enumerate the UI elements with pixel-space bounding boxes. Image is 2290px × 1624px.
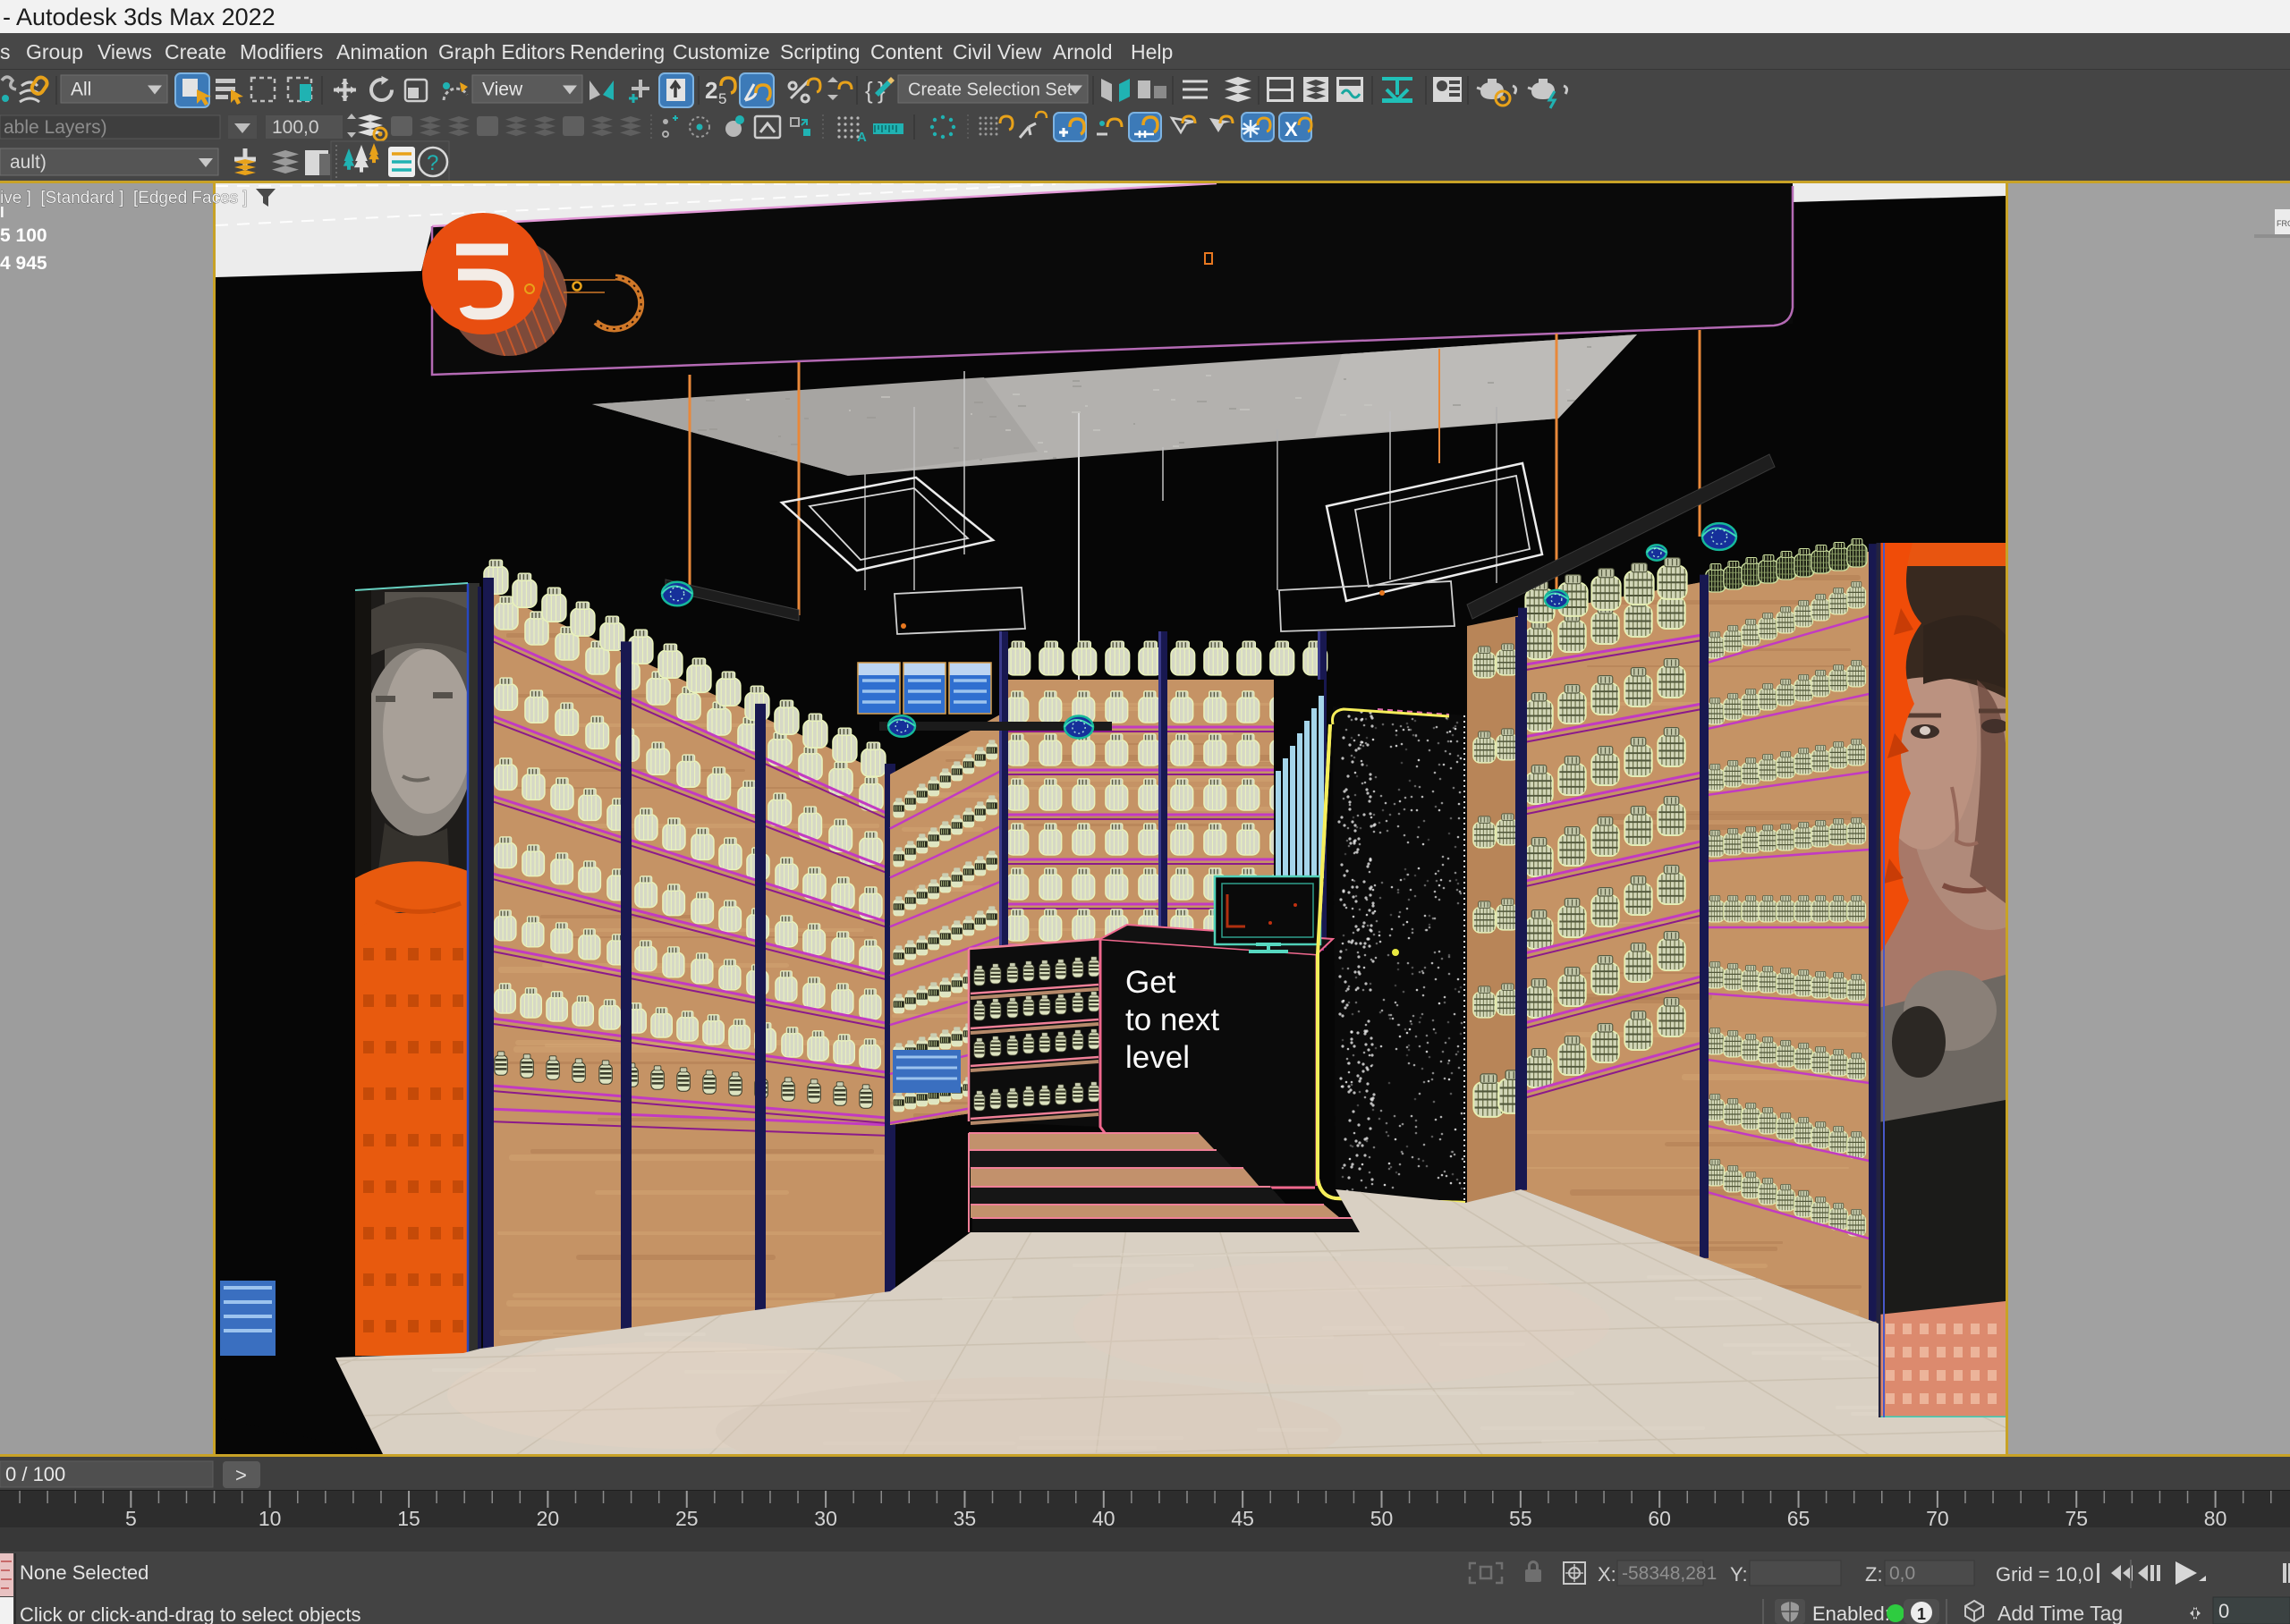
svg-text:65: 65	[1787, 1507, 1811, 1530]
svg-text:Create: Create	[165, 40, 226, 63]
svg-text:80: 80	[2204, 1507, 2227, 1530]
svg-text:Group: Group	[26, 40, 83, 63]
svg-text:None Selected: None Selected	[20, 1561, 148, 1584]
svg-text:able Layers): able Layers)	[4, 117, 107, 138]
svg-text:Click or click-and-drag to sel: Click or click-and-drag to select object…	[20, 1603, 360, 1624]
svg-text:0,0: 0,0	[1889, 1563, 1915, 1584]
svg-text:100,0: 100,0	[272, 117, 319, 138]
svg-text:2: 2	[705, 77, 717, 104]
svg-text:Customize: Customize	[673, 40, 770, 63]
svg-text:Y:: Y:	[1730, 1563, 1748, 1586]
svg-text:FRO: FRO	[2277, 219, 2290, 228]
svg-text:0: 0	[2218, 1600, 2229, 1622]
svg-text:Help: Help	[1131, 40, 1173, 63]
svg-text:ive ] [Standard ] [Edged Fac: ive ] [Standard ] [Edged Faces ]	[0, 189, 248, 207]
svg-text:{: {	[865, 77, 873, 104]
svg-text:Scripting: Scripting	[780, 40, 860, 63]
svg-text:>: >	[235, 1464, 247, 1486]
svg-text:A: A	[857, 130, 867, 145]
svg-text:30: 30	[814, 1507, 837, 1530]
svg-text:Rendering: Rendering	[570, 40, 665, 63]
svg-text:All: All	[71, 80, 91, 100]
svg-text:50: 50	[1370, 1507, 1394, 1530]
svg-text:-58348,281: -58348,281	[1622, 1563, 1717, 1584]
svg-text:Add Time Tag: Add Time Tag	[1997, 1602, 2123, 1624]
svg-text:Create Selection Set: Create Selection Set	[908, 80, 1073, 100]
svg-text:Animation: Animation	[336, 40, 428, 63]
svg-text:25: 25	[675, 1507, 699, 1530]
svg-text:55: 55	[1509, 1507, 1532, 1530]
svg-text:20: 20	[537, 1507, 560, 1530]
svg-text:40: 40	[1092, 1507, 1115, 1530]
svg-text:?: ?	[427, 151, 438, 175]
svg-text:4 945: 4 945	[0, 253, 47, 274]
svg-text:to next: to next	[1125, 1002, 1219, 1037]
svg-text:5: 5	[125, 1507, 137, 1530]
svg-text:Get: Get	[1125, 965, 1176, 1000]
svg-text:15: 15	[397, 1507, 420, 1530]
svg-text:60: 60	[1648, 1507, 1671, 1530]
svg-text:Z:: Z:	[1865, 1563, 1883, 1586]
svg-text:35: 35	[954, 1507, 977, 1530]
svg-text:Content: Content	[870, 40, 943, 63]
svg-text:Graph Editors: Graph Editors	[438, 40, 565, 63]
svg-text:5 100: 5 100	[0, 225, 47, 246]
svg-text:1: 1	[1917, 1605, 1926, 1623]
svg-text:45: 45	[1231, 1507, 1254, 1530]
svg-text:Views: Views	[98, 40, 152, 63]
svg-text:l: l	[0, 204, 4, 221]
svg-text:5: 5	[718, 90, 726, 107]
svg-text:s: s	[0, 40, 11, 63]
svg-text:X: X	[1285, 118, 1298, 140]
svg-text:0 / 100: 0 / 100	[5, 1463, 65, 1485]
svg-text:10: 10	[259, 1507, 282, 1530]
svg-text:Modifiers: Modifiers	[240, 40, 323, 63]
svg-text:Arnold: Arnold	[1053, 40, 1112, 63]
svg-text:Grid = 10,0: Grid = 10,0	[1996, 1563, 2093, 1586]
svg-text:Civil View: Civil View	[953, 40, 1042, 63]
svg-text:Enabled:: Enabled:	[1812, 1603, 1890, 1624]
svg-text:level: level	[1125, 1040, 1190, 1075]
svg-text:ault): ault)	[10, 152, 47, 173]
svg-text:- Autodesk 3ds Max 2022: - Autodesk 3ds Max 2022	[3, 4, 276, 30]
svg-text:75: 75	[2065, 1507, 2088, 1530]
svg-text:View: View	[482, 80, 523, 100]
svg-text:X:: X:	[1598, 1563, 1616, 1586]
svg-text:70: 70	[1926, 1507, 1949, 1530]
